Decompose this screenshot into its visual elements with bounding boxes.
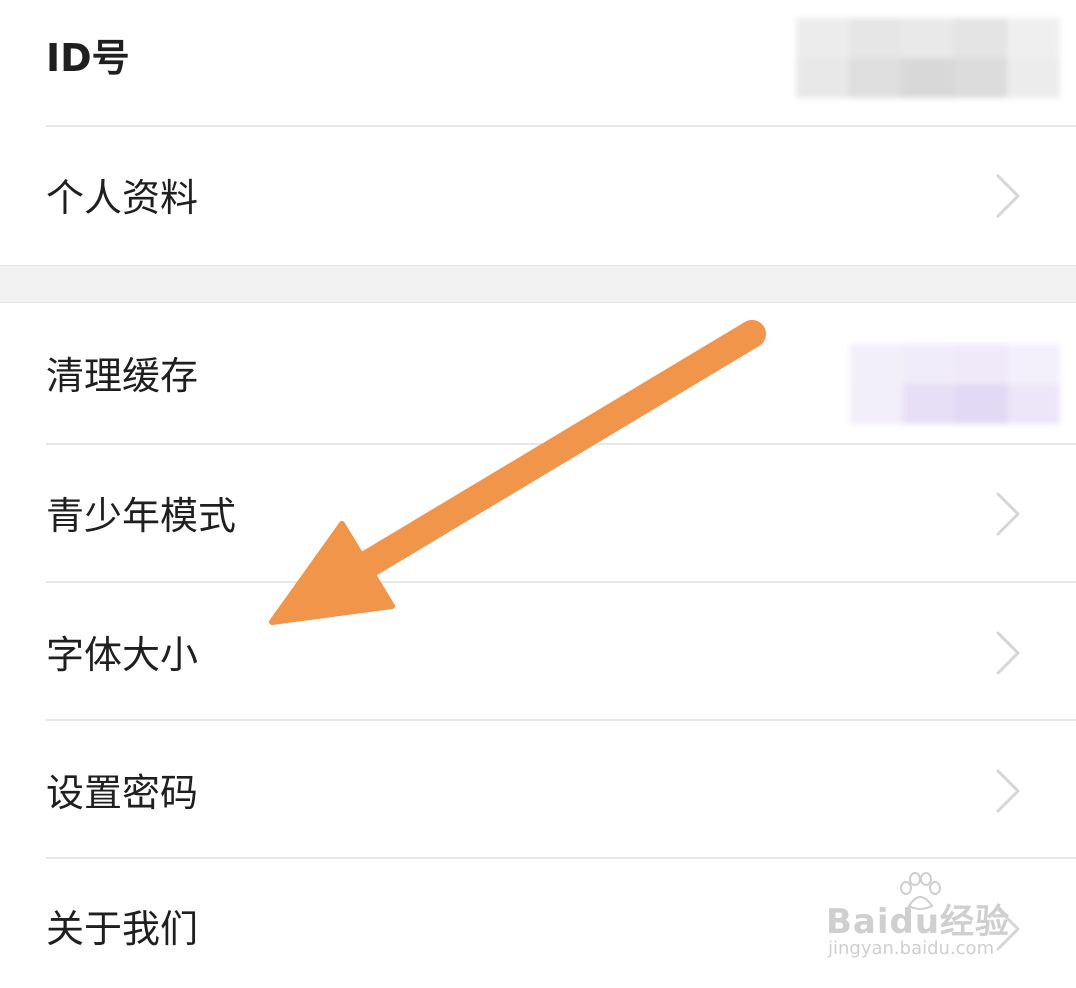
settings-row-clear-cache[interactable]: 清理缓存 — [0, 304, 1076, 443]
baidu-watermark: Baidu经验 jingyan.baidu.com — [826, 872, 1036, 972]
settings-row-set-password[interactable]: 设置密码 — [0, 721, 1076, 857]
chevron-right-icon — [996, 631, 1020, 675]
font-size-label: 字体大小 — [46, 633, 199, 677]
id-label: ID号 — [46, 36, 130, 80]
settings-row-teen-mode[interactable]: 青少年模式 — [0, 445, 1076, 581]
chevron-right-icon — [996, 769, 1020, 813]
settings-row-font-size[interactable]: 字体大小 — [0, 583, 1076, 719]
chevron-right-icon — [996, 492, 1020, 536]
cache-size-blurred — [850, 344, 1060, 424]
clear-cache-label: 清理缓存 — [46, 354, 199, 398]
settings-row-id: ID号 — [0, 0, 1076, 126]
chevron-right-icon — [996, 174, 1020, 218]
set-password-label: 设置密码 — [46, 771, 199, 815]
section-gap — [0, 265, 1076, 303]
watermark-url: jingyan.baidu.com — [828, 938, 995, 959]
settings-row-profile[interactable]: 个人资料 — [0, 127, 1076, 265]
watermark-brand: Baidu经验 — [826, 902, 1011, 942]
teen-mode-label: 青少年模式 — [46, 494, 237, 538]
profile-label: 个人资料 — [46, 176, 199, 220]
about-us-label: 关于我们 — [46, 907, 199, 951]
id-value-blurred — [796, 18, 1060, 98]
